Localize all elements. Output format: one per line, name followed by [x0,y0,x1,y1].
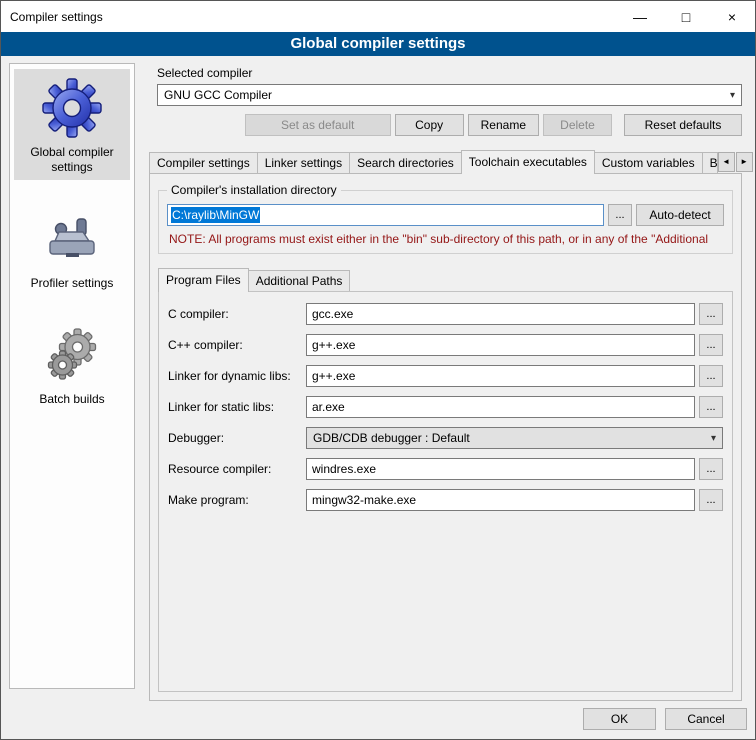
sidebar-item-global-compiler-settings[interactable]: Global compiler settings [14,69,130,180]
tab-scroll-left-icon[interactable]: ◄ [718,152,735,172]
dialog-footer: OK Cancel [583,708,747,730]
tab-compiler-settings[interactable]: Compiler settings [149,152,258,173]
make-program-input[interactable] [306,489,695,511]
c-compiler-input[interactable] [306,303,695,325]
titlebar-buttons: — □ × [617,1,755,32]
titlebar: Compiler settings — □ × [1,1,755,32]
ok-button[interactable]: OK [583,708,656,730]
installation-directory-input[interactable]: C:\raylib\MinGW [167,204,604,226]
field-label: C++ compiler: [168,338,306,352]
chevron-down-icon: ▾ [711,433,722,444]
installation-directory-label: Compiler's installation directory [167,183,341,197]
main-panel: Selected compiler GNU GCC Compiler ▾ Set… [146,56,749,701]
sidebar: Global compiler settings Profiler settin… [9,63,135,689]
tab-toolchain-executables[interactable]: Toolchain executables [461,150,595,174]
subtab-program-files[interactable]: Program Files [158,268,249,292]
gears-gray-icon [40,323,104,387]
delete-button: Delete [543,114,612,136]
rename-button[interactable]: Rename [468,114,539,136]
field-label: Resource compiler: [168,462,306,476]
field-row-debugger: Debugger: GDB/CDB debugger : Default ▾ [168,427,723,449]
selected-compiler-dropdown[interactable]: GNU GCC Compiler ▾ [157,84,742,106]
field-label: Debugger: [168,431,306,445]
browse-c-compiler-button[interactable]: ... [699,303,723,325]
dynamic-linker-input[interactable] [306,365,695,387]
browse-dynamic-linker-button[interactable]: ... [699,365,723,387]
sidebar-item-batch-builds[interactable]: Batch builds [14,316,130,412]
sub-tabstrip: Program Files Additional Paths [158,268,733,291]
installation-directory-group: Compiler's installation directory C:\ray… [158,190,733,254]
profiler-icon [40,207,104,271]
browse-resource-compiler-button[interactable]: ... [699,458,723,480]
page-title: Global compiler settings [1,32,755,56]
field-label: Make program: [168,493,306,507]
field-row-c-compiler: C compiler: ... [168,303,723,325]
field-label: Linker for static libs: [168,400,306,414]
resource-compiler-input[interactable] [306,458,695,480]
tab-custom-variables[interactable]: Custom variables [594,152,703,173]
main-tabstrip: Compiler settings Linker settings Search… [149,150,742,173]
sidebar-item-label: Batch builds [39,392,104,407]
cancel-button[interactable]: Cancel [665,708,747,730]
set-as-default-button: Set as default [245,114,391,136]
debugger-value: GDB/CDB debugger : Default [313,431,470,445]
sidebar-item-profiler-settings[interactable]: Profiler settings [14,200,130,296]
close-button[interactable]: × [709,1,755,32]
installation-directory-row: C:\raylib\MinGW ... Auto-detect [167,204,724,226]
compiler-buttons-row: Set as default Copy Rename Delete Reset … [157,114,742,136]
chevron-down-icon: ▾ [730,90,741,101]
tab-search-directories[interactable]: Search directories [349,152,462,173]
field-label: C compiler: [168,307,306,321]
tab-build-options[interactable]: Build [702,152,718,173]
debugger-dropdown[interactable]: GDB/CDB debugger : Default ▾ [306,427,723,449]
static-linker-input[interactable] [306,396,695,418]
minimize-button[interactable]: — [617,1,663,32]
copy-button[interactable]: Copy [395,114,464,136]
window-title: Compiler settings [1,10,103,24]
installation-directory-value: C:\raylib\MinGW [171,207,260,223]
browse-cpp-compiler-button[interactable]: ... [699,334,723,356]
maximize-button[interactable]: □ [663,1,709,32]
field-row-static-linker: Linker for static libs: ... [168,396,723,418]
note-text: NOTE: All programs must exist either in … [169,232,724,246]
tab-scroll-right-icon[interactable]: ► [736,152,753,172]
tab-scroll-buttons: ◄ ► [718,152,753,172]
gear-blue-icon [40,76,104,140]
field-row-cpp-compiler: C++ compiler: ... [168,334,723,356]
cpp-compiler-input[interactable] [306,334,695,356]
subtab-additional-paths[interactable]: Additional Paths [248,270,351,291]
compiler-settings-window: Compiler settings — □ × Global compiler … [0,0,756,740]
field-label: Linker for dynamic libs: [168,369,306,383]
field-row-make-program: Make program: ... [168,489,723,511]
field-row-dynamic-linker: Linker for dynamic libs: ... [168,365,723,387]
reset-defaults-button[interactable]: Reset defaults [624,114,742,136]
selected-compiler-value: GNU GCC Compiler [164,88,272,102]
browse-static-linker-button[interactable]: ... [699,396,723,418]
tab-linker-settings[interactable]: Linker settings [257,152,350,173]
selected-compiler-label: Selected compiler [157,66,749,80]
browse-make-program-button[interactable]: ... [699,489,723,511]
program-files-panel: C compiler: ... C++ compiler: ... Linker… [158,291,733,692]
browse-directory-button[interactable]: ... [608,204,632,226]
sidebar-item-label: Profiler settings [31,276,114,291]
toolchain-executables-page: Compiler's installation directory C:\ray… [149,173,742,701]
field-row-resource-compiler: Resource compiler: ... [168,458,723,480]
sidebar-item-label: Global compiler settings [16,145,128,175]
auto-detect-button[interactable]: Auto-detect [636,204,724,226]
